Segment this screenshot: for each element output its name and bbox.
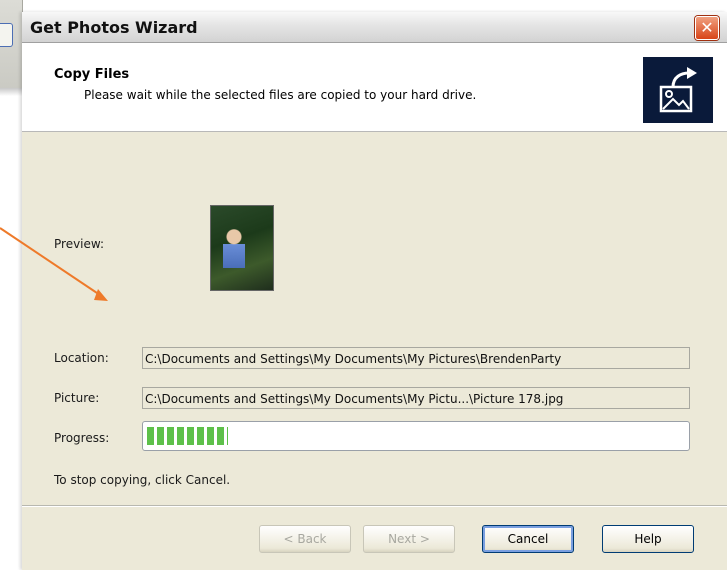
button-separator: [22, 505, 727, 507]
next-button[interactable]: Next >: [363, 525, 455, 553]
progress-label: Progress:: [54, 431, 110, 445]
copy-photos-icon: [643, 57, 713, 123]
cancel-button[interactable]: Cancel: [482, 525, 574, 553]
back-button[interactable]: < Back: [259, 525, 351, 553]
back-button-label: < Back: [283, 532, 327, 546]
close-button[interactable]: ✕: [695, 16, 719, 40]
dialog-titlebar[interactable]: Get Photos Wizard ✕: [22, 12, 727, 43]
dialog-title: Get Photos Wizard: [30, 18, 198, 37]
help-button[interactable]: Help: [602, 525, 694, 553]
next-button-label: Next >: [388, 532, 430, 546]
background-window: [0, 0, 23, 95]
step-title: Copy Files: [54, 67, 130, 82]
cancel-button-label: Cancel: [507, 532, 549, 546]
preview-photo-subject: [223, 228, 245, 268]
help-button-label: Help: [634, 532, 662, 546]
stop-copying-hint: To stop copying, click Cancel.: [54, 473, 231, 487]
picture-label: Picture:: [54, 391, 100, 405]
get-photos-wizard-dialog: Get Photos Wizard ✕ Copy Files Please wa…: [22, 12, 727, 570]
progress-bar-fill: [147, 427, 228, 445]
location-field: C:\Documents and Settings\My Documents\M…: [142, 347, 690, 369]
background-window-button: [0, 23, 13, 47]
location-label: Location:: [54, 351, 109, 365]
preview-image: [210, 205, 274, 291]
progress-bar: [142, 421, 690, 451]
background-window-shadow: [0, 88, 24, 96]
step-subtitle: Please wait while the selected files are…: [84, 88, 477, 102]
preview-label: Preview:: [54, 237, 105, 251]
close-icon: ✕: [700, 18, 714, 37]
picture-field: C:\Documents and Settings\My Documents\M…: [142, 387, 690, 409]
wizard-header: Copy Files Please wait while the selecte…: [22, 43, 727, 132]
